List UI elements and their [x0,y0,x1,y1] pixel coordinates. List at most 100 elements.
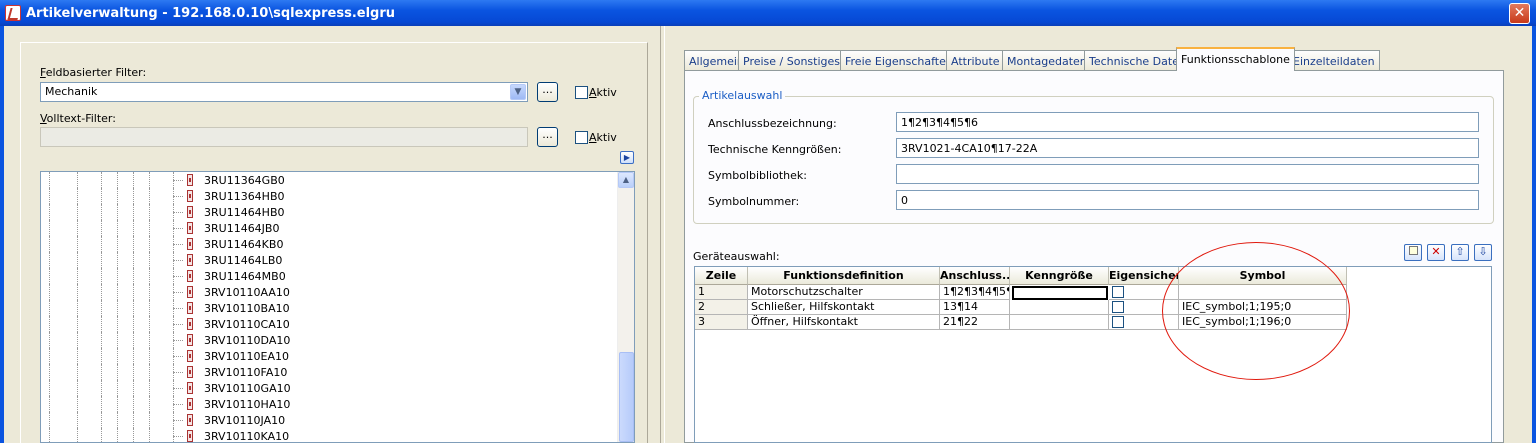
symbolbibliothek-field[interactable] [896,164,1479,184]
tree-connector [173,420,183,421]
tree-item[interactable]: 3RU11364HB0 [41,188,618,204]
move-down-icon[interactable]: ⇩ [1474,244,1492,261]
tree-guide-line [133,172,134,188]
symbolnummer-field[interactable]: 0 [896,190,1479,210]
field-filter-browse-button[interactable]: ... [537,82,558,102]
tab-funktionsschablone[interactable]: Funktionsschablone [1176,47,1295,71]
tab-preise-sonstiges[interactable]: Preise / Sonstiges [738,50,846,70]
tree-item[interactable]: 3RU11464KB0 [41,236,618,252]
column-header-anschluss[interactable]: Anschluss... [940,267,1010,285]
kenngroessen-field[interactable]: 3RV1021-4CA10¶17-22A [896,138,1479,158]
row-1-funktion[interactable]: Motorschutzschalter [748,285,940,300]
tab-freie-eigenschaften[interactable]: Freie Eigenschaften [840,50,958,70]
chevron-down-icon[interactable]: ▼ [510,84,526,100]
tree-connector [173,340,183,341]
tree-item[interactable]: 3RU11464HB0 [41,204,618,220]
tree-guide-line [101,252,102,268]
expand-arrow-icon[interactable]: ▶ [620,151,634,164]
component-icon [187,286,193,298]
tree-item[interactable]: 3RU11464MB0 [41,268,618,284]
tree-item-label: 3RU11464JB0 [204,222,280,235]
component-icon [187,382,193,394]
row-3-eigensicher-checkbox[interactable] [1112,316,1124,328]
pane-splitter[interactable] [660,26,665,443]
row-2-funktion[interactable]: Schließer, Hilfskontakt [748,300,940,315]
tree-guide-line [117,268,118,284]
close-button[interactable]: ✕ [1509,3,1530,24]
tree-guide-line [101,188,102,204]
tree-guide-line [49,412,50,428]
column-header-zeile[interactable]: Zeile [695,267,748,285]
tree-guide-line [133,364,134,380]
fulltext-filter-active-checkbox[interactable] [575,131,588,144]
field-filter-label: Feldbasierter Filter: [40,66,147,79]
tree-item[interactable]: 3RU11464JB0 [41,220,618,236]
geraeteauswahl-grid[interactable]: Zeile Funktionsdefinition Anschluss... K… [694,266,1492,443]
tree-connector [173,388,183,389]
row-1-kenngroesse[interactable] [1012,286,1108,300]
tab-technische-daten[interactable]: Technische Daten [1084,50,1191,70]
tree-connector [173,212,183,213]
tree-guide-line [133,236,134,252]
component-icon [187,270,193,282]
tree-item[interactable]: 3RV10110HA10 [41,396,618,412]
tree-item[interactable]: 3RV10110GA10 [41,380,618,396]
row-3-anschluss[interactable]: 21¶22 [940,315,1010,330]
tree-guide-line [101,332,102,348]
row-1-zeile[interactable]: 1 [695,285,748,300]
tree-guide-line [117,204,118,220]
tree-item[interactable]: 3RV10110JA10 [41,412,618,428]
tree-item[interactable]: 3RV10110AA10 [41,284,618,300]
tab-attribute[interactable]: Attribute [946,50,1005,70]
scroll-thumb[interactable] [619,352,634,442]
row-3-zeile[interactable]: 3 [695,315,748,330]
tree-guide-line [149,252,150,268]
tree-guide-line [149,412,150,428]
row-3-kenngroesse[interactable] [1010,315,1109,330]
row-1-anschluss[interactable]: 1¶2¶3¶4¶5¶6 [940,285,1010,300]
column-header-kenngroesse[interactable]: Kenngröße [1010,267,1109,285]
tree-item[interactable]: 3RV10110DA10 [41,332,618,348]
delete-row-icon[interactable]: ✕ [1427,244,1445,261]
tree-guide-line [77,252,78,268]
tree-connector [173,404,183,405]
tree-item-label: 3RV10110KA10 [204,430,290,443]
fulltext-filter-browse-button[interactable]: ... [537,127,558,147]
tree-item[interactable]: 3RV10110CA10 [41,316,618,332]
new-row-icon[interactable] [1404,244,1422,261]
tree-guide-line [117,300,118,316]
column-header-funktionsdefinition[interactable]: Funktionsdefinition [748,267,940,285]
row-2-zeile[interactable]: 2 [695,300,748,315]
tree-guide-line [49,172,50,188]
anschluss-field[interactable]: 1¶2¶3¶4¶5¶6 [896,112,1479,132]
tab-montagedaten[interactable]: Montagedaten [1002,50,1092,70]
article-tree[interactable]: 3RU11364GB0 3RU11364HB0 3RU11464HB0 3RU1146… [40,171,635,443]
fulltext-filter-input[interactable] [40,127,528,147]
field-filter-active-checkbox[interactable] [575,86,588,99]
tab-einzelteildaten[interactable]: Einzelteildaten [1288,50,1380,70]
row-2-anschluss[interactable]: 13¶14 [940,300,1010,315]
component-icon [187,222,193,234]
tree-guide-line [77,380,78,396]
tree-guide-line [117,220,118,236]
row-2-kenngroesse[interactable] [1010,300,1109,315]
tree-guide-line [49,300,50,316]
row-2-eigensicher-checkbox[interactable] [1112,301,1124,313]
tree-item[interactable]: 3RV10110BA10 [41,300,618,316]
tree-item[interactable]: 3RU11364GB0 [41,172,618,188]
move-up-icon[interactable]: ⇧ [1451,244,1469,261]
tree-item[interactable]: 3RV10110FA10 [41,364,618,380]
field-filter-combobox[interactable]: Mechanik ▼ [40,82,528,102]
scroll-up-icon[interactable]: ▲ [618,172,634,188]
tree-item[interactable]: 3RV10110EA10 [41,348,618,364]
tree-item[interactable]: 3RU11464LB0 [41,252,618,268]
row-1-eigensicher-checkbox[interactable] [1112,286,1124,298]
tree-scrollbar[interactable]: ▲ [617,172,634,442]
column-header-eigensicher[interactable]: Eigensicher [1109,267,1179,285]
tree-guide-line [77,348,78,364]
tree-guide-line [77,396,78,412]
tree-item-label: 3RV10110BA10 [204,302,290,315]
tree-guide-line [149,332,150,348]
tree-item[interactable]: 3RV10110KA10 [41,428,618,443]
row-3-funktion[interactable]: Öffner, Hilfskontakt [748,315,940,330]
